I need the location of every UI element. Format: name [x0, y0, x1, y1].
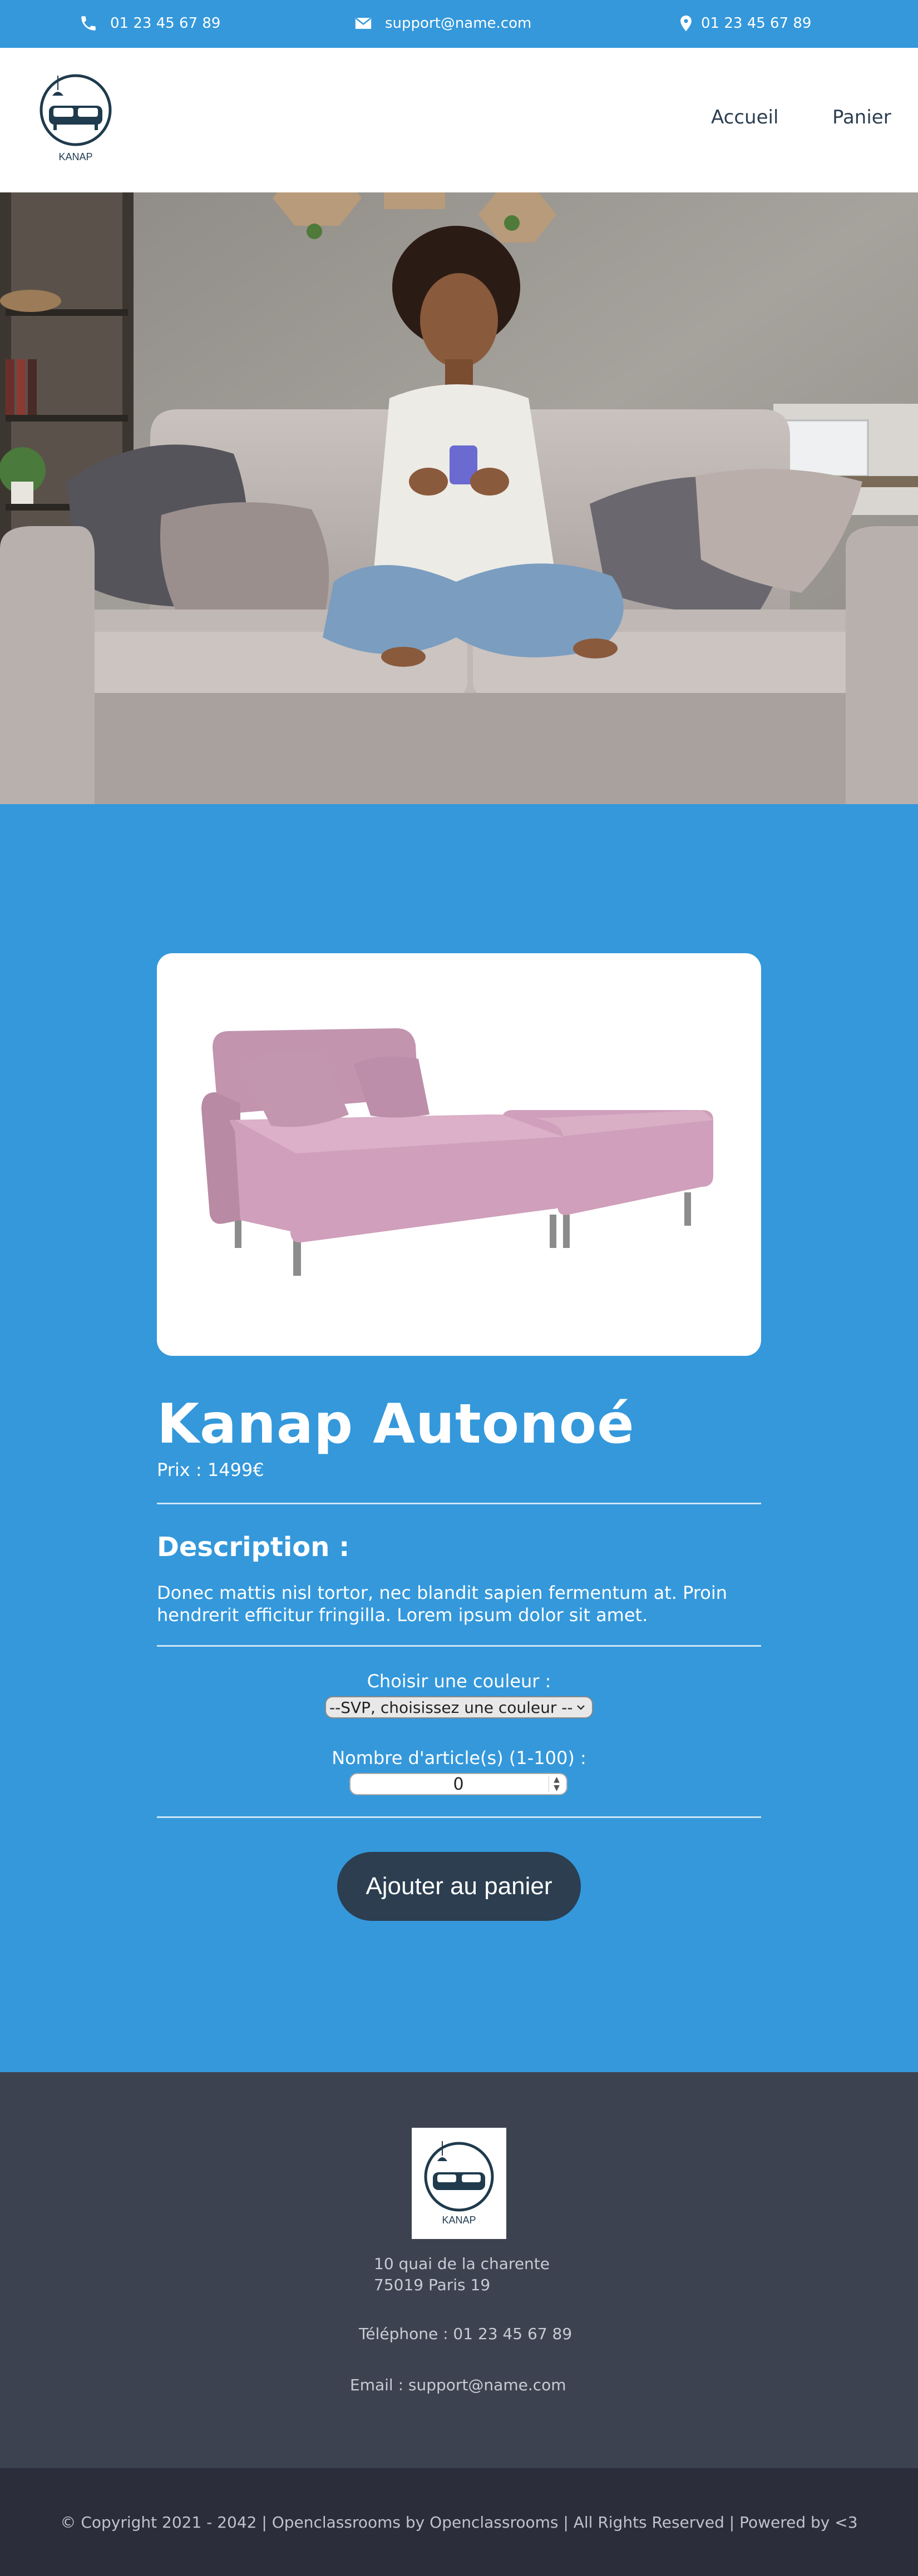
chevron-down-icon — [577, 1705, 585, 1710]
sofa-logo-icon: KANAP — [424, 2141, 494, 2226]
quantity-value: 0 — [453, 1774, 464, 1794]
logo-text: KANAP — [58, 151, 92, 162]
topbar-phone-left: 01 23 45 67 89 — [79, 12, 220, 34]
map-pin-icon — [680, 15, 692, 32]
footer-address-line1: 10 quai de la charente — [374, 2255, 550, 2273]
footer-email[interactable]: Email : support@name.com — [350, 2375, 566, 2396]
color-select[interactable]: --SVP, choisissez une couleur -- — [325, 1696, 593, 1718]
product-title: Kanap Autonoé — [157, 1393, 635, 1456]
divider — [157, 1816, 761, 1818]
nav-accueil[interactable]: Accueil — [711, 106, 778, 128]
copyright-text: © Copyright 2021 - 2042 | Openclassrooms… — [60, 2513, 858, 2532]
divider — [157, 1645, 761, 1647]
divider — [157, 1503, 761, 1504]
add-to-cart-button[interactable]: Ajouter au panier — [337, 1852, 581, 1921]
topbar-phone-right: 01 23 45 67 89 — [677, 12, 811, 34]
sofa-product-image — [201, 1028, 713, 1276]
site-footer: KANAP 10 quai de la charente 75019 Paris… — [0, 2072, 918, 2468]
spinner-arrows-icon[interactable]: ▲ ▼ — [549, 1776, 564, 1792]
site-header: KANAP Accueil Panier — [0, 48, 918, 192]
description-text: Donec mattis nisl tortor, nec blandit sa… — [157, 1582, 728, 1626]
product-image-card — [157, 953, 761, 1356]
sofa-logo-icon: KANAP — [40, 74, 112, 162]
quantity-label: Nombre d'article(s) (1-100) : — [332, 1747, 586, 1768]
topbar-email-text: support@name.com — [385, 15, 532, 32]
footer-phone: Téléphone : 01 23 45 67 89 — [359, 2325, 572, 2343]
envelope-icon — [355, 17, 372, 29]
topbar-email[interactable]: support@name.com — [354, 12, 531, 34]
footer-logo: KANAP — [412, 2128, 506, 2239]
product-section: Kanap Autonoé Prix : 1499€ Description :… — [0, 804, 918, 2072]
footer-address-line2: 75019 Paris 19 — [374, 2276, 491, 2294]
color-label: Choisir une couleur : — [367, 1671, 551, 1692]
kanap-logo[interactable]: KANAP — [37, 73, 115, 168]
color-select-value: --SVP, choisissez une couleur -- — [329, 1698, 573, 1717]
description-title: Description : — [157, 1532, 350, 1563]
hero-banner-image — [0, 192, 918, 804]
quantity-stepper[interactable]: 0 ▲ ▼ — [349, 1773, 567, 1795]
nav-panier[interactable]: Panier — [832, 106, 891, 128]
product-price: Prix : 1499€ — [157, 1459, 264, 1480]
top-contact-bar: 01 23 45 67 89 support@name.com 01 23 45… — [0, 0, 918, 48]
phone-icon — [81, 16, 96, 31]
topbar-phone-left-text: 01 23 45 67 89 — [110, 15, 221, 32]
topbar-phone-right-text: 01 23 45 67 89 — [701, 15, 812, 32]
footer-logo-text: KANAP — [442, 2215, 476, 2226]
copyright-bar: © Copyright 2021 - 2042 | Openclassrooms… — [0, 2468, 918, 2576]
